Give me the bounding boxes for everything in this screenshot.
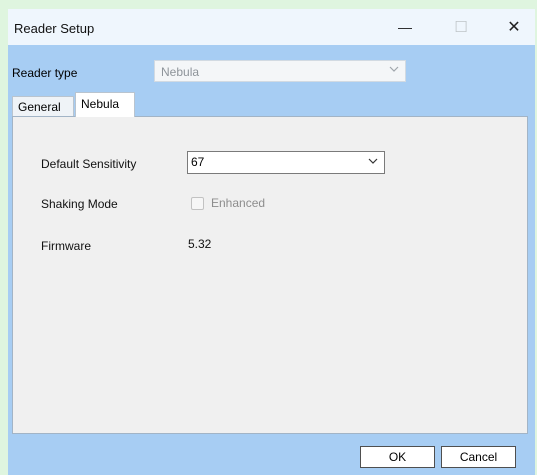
reader-type-select[interactable]: Nebula	[154, 60, 406, 82]
title-bar[interactable]: Reader Setup — ☐ ✕	[8, 9, 535, 45]
reader-type-value: Nebula	[161, 65, 200, 79]
cancel-button[interactable]: Cancel	[441, 446, 516, 468]
maximize-icon: ☐	[454, 19, 468, 36]
window-title: Reader Setup	[14, 21, 95, 36]
nebula-tab-panel: Default Sensitivity 67 Shaking Mode Enha…	[12, 116, 528, 434]
cancel-button-label: Cancel	[459, 450, 498, 464]
enhanced-checkbox-label: Enhanced	[211, 196, 266, 210]
tab-general-label: General	[18, 100, 61, 114]
ok-button-label: OK	[388, 450, 407, 464]
chevron-down-icon	[368, 158, 378, 164]
minimize-icon: —	[398, 19, 412, 35]
tab-strip: General Nebula	[12, 92, 212, 117]
reader-type-label: Reader type	[12, 66, 78, 80]
reader-setup-window: Reader Setup — ☐ ✕ Reader type Nebula Ge…	[8, 9, 535, 475]
minimize-button[interactable]: —	[382, 9, 428, 45]
tab-general[interactable]: General	[12, 96, 74, 116]
default-sensitivity-label: Default Sensitivity	[41, 157, 137, 171]
reader-type-row: Reader type Nebula	[8, 45, 535, 95]
close-button[interactable]: ✕	[491, 9, 537, 45]
tab-nebula-label: Nebula	[81, 97, 120, 111]
default-sensitivity-select[interactable]: 67	[187, 151, 385, 174]
close-icon: ✕	[507, 19, 521, 36]
firmware-value: 5.32	[188, 237, 212, 251]
default-sensitivity-value: 67	[191, 155, 205, 169]
shaking-mode-label: Shaking Mode	[41, 197, 118, 211]
enhanced-checkbox[interactable]	[191, 197, 204, 210]
chevron-down-icon	[389, 66, 399, 72]
tab-nebula[interactable]: Nebula	[75, 92, 135, 117]
firmware-label: Firmware	[41, 239, 91, 253]
ok-button[interactable]: OK	[360, 446, 435, 468]
maximize-button[interactable]: ☐	[438, 9, 484, 45]
